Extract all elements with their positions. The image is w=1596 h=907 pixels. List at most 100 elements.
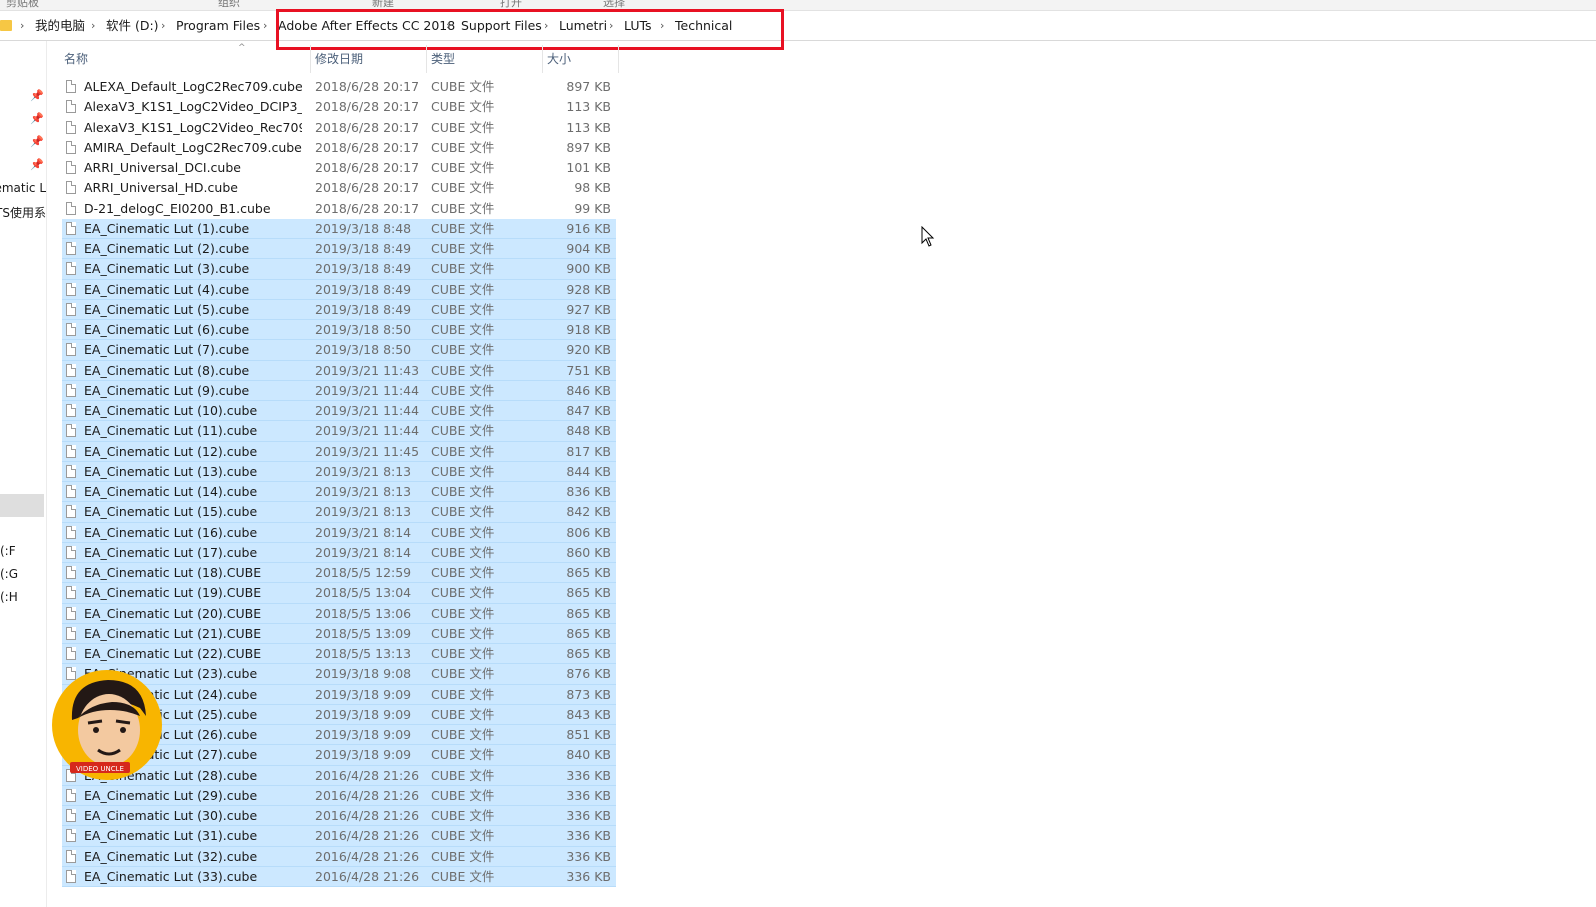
file-row[interactable]: EA_Cinematic Lut (13).cube 2019/3/21 8:13… — [62, 461, 616, 482]
file-row[interactable]: EA_Cinematic Lut (16).cube 2019/3/21 8:14… — [62, 522, 616, 543]
nav-item-drive-f[interactable]: F:) — [0, 544, 46, 558]
file-row[interactable]: EA_Cinematic Lut (8).cube 2019/3/21 11:43… — [62, 360, 616, 381]
file-row[interactable]: EA_Cinematic Lut (11).cube 2019/3/21 11:4… — [62, 421, 616, 442]
column-header-name[interactable]: 名称 — [60, 45, 311, 73]
file-name: EA_Cinematic Lut (9).cube — [84, 382, 250, 398]
file-type: CUBE 文件 — [431, 362, 495, 378]
address-bar[interactable]: › 我的电脑 › 软件 (D:) › Program Files › Adobe… — [0, 11, 1596, 41]
file-row[interactable]: EA_Cinematic Lut (6).cube 2019/3/18 8:50 C… — [62, 320, 616, 341]
pin-icon[interactable]: 📌 — [30, 136, 44, 148]
breadcrumb-my-computer[interactable]: 我的电脑 — [35, 11, 85, 40]
file-icon — [66, 424, 76, 438]
file-date: 2018/5/5 12:59 — [315, 565, 412, 580]
file-name: EA_Cinematic Lut (14).cube — [84, 484, 258, 499]
file-type: CUBE 文件 — [431, 747, 495, 763]
file-date: 2016/4/28 21:26 — [315, 787, 420, 803]
file-icon — [66, 181, 76, 195]
file-name: EA_Cinematic Lut (3).cube — [84, 261, 250, 277]
file-type: CUBE 文件 — [431, 382, 495, 398]
file-type: CUBE 文件 — [431, 848, 495, 864]
file-row[interactable]: EA_Cinematic Lut (9).cube 2019/3/21 11:44… — [62, 380, 616, 401]
file-type: CUBE 文件 — [431, 565, 495, 580]
file-row[interactable]: EA_Cinematic Lut (30).cube 2016/4/28 21:2… — [62, 806, 616, 827]
file-row[interactable]: EA_Cinematic Lut (19).CUBE 2018/5/5 13:04… — [62, 583, 616, 604]
ribbon-group-organize[interactable]: 组织 — [218, 0, 240, 10]
file-type: CUBE 文件 — [431, 868, 495, 884]
nav-item-drive-g[interactable]: G:) — [0, 567, 46, 581]
file-size: 865 KB — [566, 605, 611, 621]
file-row[interactable]: AMIRA_Default_LogC2Rec709.cube 2018/6/28 … — [62, 138, 616, 158]
file-size: 851 KB — [566, 727, 611, 742]
file-type: CUBE 文件 — [431, 139, 495, 155]
file-row[interactable]: EA_Cinematic Lut (10).cube 2019/3/21 11:4… — [62, 401, 616, 422]
file-row[interactable]: EA_Cinematic Lut (1).cube 2019/3/18 8:48 C… — [62, 218, 616, 239]
file-icon — [66, 586, 76, 600]
file-type: CUBE 文件 — [431, 787, 495, 803]
file-row[interactable]: EA_Cinematic Lut (3).cube 2019/3/18 8:49 C… — [62, 259, 616, 280]
breadcrumb-program-files[interactable]: Program Files — [176, 11, 260, 40]
file-row[interactable]: EA_Cinematic Lut (15).cube 2019/3/21 8:13… — [62, 502, 616, 523]
file-row[interactable]: EA_Cinematic Lut (17).cube 2019/3/21 8:14… — [62, 542, 616, 563]
nav-item-selected[interactable] — [0, 494, 44, 517]
chevron-right-icon[interactable]: › — [263, 11, 267, 40]
file-icon — [66, 100, 76, 114]
file-row[interactable]: EA_Cinematic Lut (14).cube 2019/3/21 8:13… — [62, 482, 616, 503]
file-date: 2018/5/5 13:04 — [315, 585, 412, 601]
file-size: 860 KB — [566, 544, 611, 560]
file-row[interactable]: ARRI_Universal_DCI.cube 2018/6/28 20:17 CU… — [62, 158, 616, 178]
breadcrumb-drive-d[interactable]: 软件 (D:) — [106, 11, 159, 40]
file-row[interactable]: EA_Cinematic Lut (2).cube 2019/3/18 8:49 C… — [62, 239, 616, 260]
column-header-type[interactable]: 类型 — [427, 45, 543, 73]
file-row[interactable]: EA_Cinematic Lut (4).cube 2019/3/18 8:49 C… — [62, 279, 616, 300]
file-type: CUBE 文件 — [431, 200, 495, 216]
file-date: 2019/3/18 8:49 — [315, 301, 412, 317]
file-size: 865 KB — [566, 565, 611, 580]
file-date: 2019/3/18 8:49 — [315, 261, 412, 277]
file-row[interactable]: EA_Cinematic Lut (33).cube 2016/4/28 21:2… — [62, 866, 616, 887]
file-row[interactable]: EA_Cinematic Lut (31).cube 2016/4/28 21:2… — [62, 826, 616, 847]
file-icon — [66, 302, 76, 316]
file-icon — [66, 525, 76, 539]
file-date: 2019/3/21 11:43 — [315, 362, 420, 378]
file-row[interactable]: EA_Cinematic Lut (32).cube 2016/4/28 21:2… — [62, 846, 616, 867]
file-icon — [66, 282, 76, 296]
column-header-date[interactable]: 修改日期 — [311, 45, 427, 73]
file-date: 2018/5/5 13:09 — [315, 625, 412, 641]
file-row[interactable]: EA_Cinematic Lut (29).cube 2016/4/28 21:2… — [62, 785, 616, 806]
file-date: 2019/3/18 9:08 — [315, 666, 412, 682]
file-row[interactable]: EA_Cinematic Lut (5).cube 2019/3/18 8:49 C… — [62, 299, 616, 320]
file-icon — [66, 262, 76, 276]
column-header-size[interactable]: 大小 — [543, 45, 619, 73]
nav-item-drive-h[interactable]: H:) — [0, 590, 46, 604]
file-row[interactable]: EA_Cinematic Lut (21).CUBE 2018/5/5 13:09… — [62, 623, 616, 644]
file-row[interactable]: EA_Cinematic Lut (22).CUBE 2018/5/5 13:13… — [62, 644, 616, 665]
file-row[interactable]: ARRI_Universal_HD.cube 2018/6/28 20:17 CUB… — [62, 178, 616, 198]
nav-item-cinematic[interactable]: ematic L — [0, 181, 46, 195]
pin-icon[interactable]: 📌 — [30, 113, 44, 125]
file-row[interactable]: EA_Cinematic Lut (12).cube 2019/3/21 11:4… — [62, 441, 616, 462]
file-icon — [66, 788, 76, 802]
file-row[interactable]: D-21_delogC_EI0200_B1.cube 2018/6/28 20:1… — [62, 199, 616, 219]
pin-icon[interactable]: 📌 — [30, 90, 44, 102]
file-row[interactable]: AlexaV3_K1S1_LogC2Video_DCIP3_EE... 2018/… — [62, 97, 616, 117]
chevron-right-icon[interactable]: › — [20, 11, 24, 40]
file-date: 2016/4/28 21:26 — [315, 868, 420, 884]
ribbon-group-clipboard[interactable]: 剪贴板 — [6, 0, 39, 10]
chevron-right-icon[interactable]: › — [91, 11, 95, 40]
file-name: EA_Cinematic Lut (17).cube — [84, 544, 258, 560]
file-type: CUBE 文件 — [431, 625, 495, 641]
file-row[interactable]: EA_Cinematic Lut (7).cube 2019/3/18 8:50 C… — [62, 340, 616, 361]
file-row[interactable]: ALEXA_Default_LogC2Rec709.cube 2018/6/28 … — [62, 77, 616, 97]
file-date: 2019/3/18 8:48 — [315, 220, 412, 236]
file-date: 2019/3/21 11:44 — [315, 382, 420, 398]
file-size: 873 KB — [566, 686, 611, 702]
file-row[interactable]: EA_Cinematic Lut (18).CUBE 2018/5/5 12:59… — [62, 563, 616, 584]
file-date: 2019/3/21 8:14 — [315, 544, 412, 560]
file-row[interactable]: AlexaV3_K1S1_LogC2Video_Rec709_E... 2018/… — [62, 118, 616, 138]
file-row[interactable]: EA_Cinematic Lut (20).CUBE 2018/5/5 13:06… — [62, 603, 616, 624]
red-highlight-annotation — [276, 9, 784, 50]
pin-icon[interactable]: 📌 — [30, 159, 44, 171]
file-size: 836 KB — [566, 484, 611, 499]
chevron-right-icon[interactable]: › — [161, 11, 165, 40]
nav-item-luts-system[interactable]: TS使用系 — [0, 204, 46, 221]
